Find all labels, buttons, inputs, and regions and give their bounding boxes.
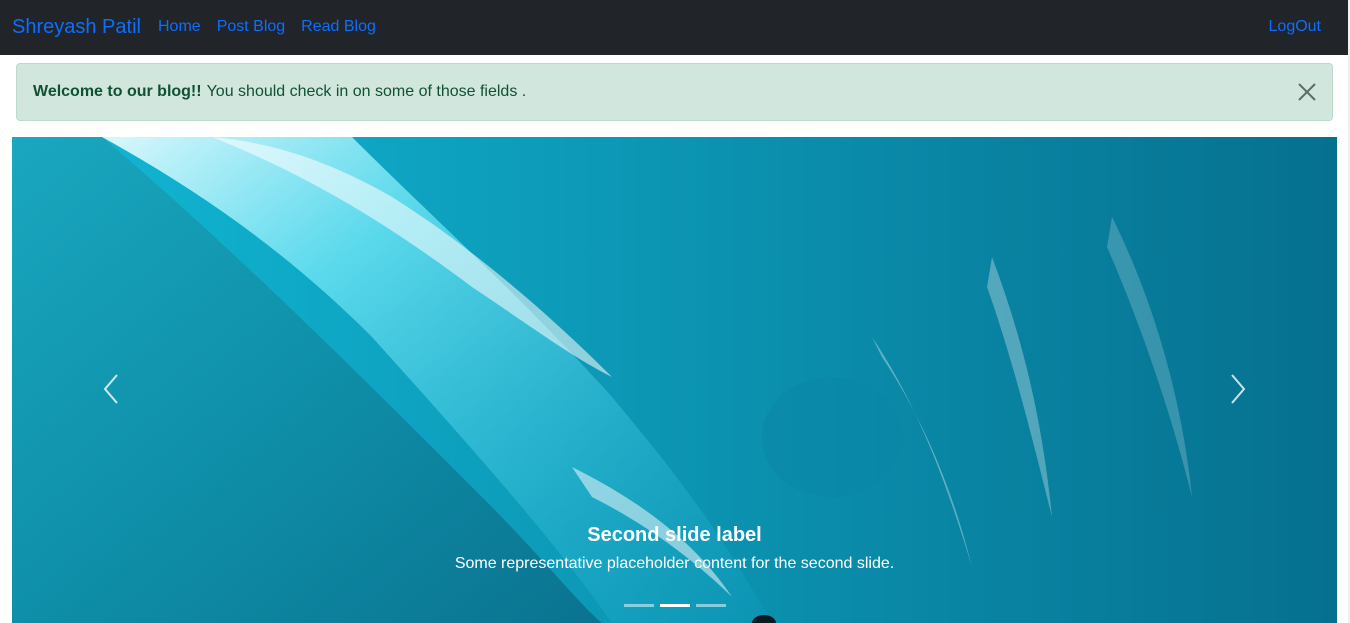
top-navbar: Shreyash Patil Home Post Blog Read Blog …	[0, 0, 1350, 55]
nav-link-read-blog[interactable]: Read Blog	[301, 17, 376, 37]
carousel-indicator-2[interactable]	[660, 604, 690, 607]
carousel-caption: Second slide label Some representative p…	[12, 523, 1337, 574]
carousel-indicators	[624, 604, 726, 607]
image-carousel: Second slide label Some representative p…	[12, 137, 1337, 623]
carousel-next-icon[interactable]	[1217, 369, 1257, 409]
alert-message: You should check in on some of those fie…	[206, 83, 527, 100]
nav-link-post-blog[interactable]: Post Blog	[217, 17, 285, 37]
carousel-indicator-1[interactable]	[624, 604, 654, 607]
caption-text: Some representative placeholder content …	[454, 555, 895, 572]
brand-link[interactable]: Shreyash Patil	[12, 15, 141, 40]
nav-link-home[interactable]: Home	[158, 17, 201, 37]
close-icon[interactable]	[1296, 81, 1318, 103]
nav-links: Home Post Blog Read Blog	[158, 17, 376, 37]
welcome-alert: Welcome to our blog!! You should check i…	[16, 63, 1333, 121]
carousel-indicator-3[interactable]	[696, 604, 726, 607]
carousel-prev-icon[interactable]	[92, 369, 132, 409]
logout-link[interactable]: LogOut	[1269, 17, 1321, 37]
caption-title: Second slide label	[587, 524, 762, 546]
alert-strong-text: Welcome to our blog!!	[33, 83, 202, 100]
